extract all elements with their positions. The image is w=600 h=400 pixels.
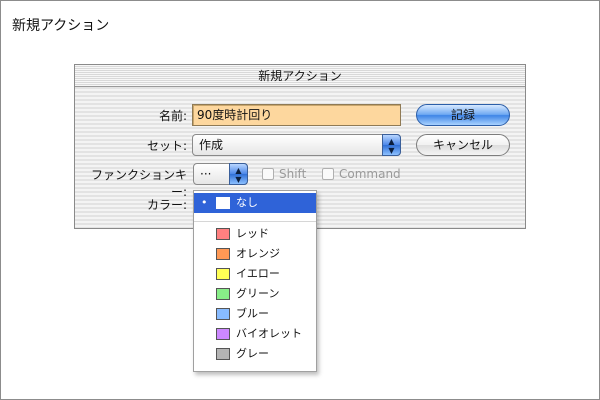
color-swatch (216, 348, 230, 360)
color-menu-item-label: バイオレット (236, 327, 302, 340)
page-title: 新規アクション (12, 18, 110, 34)
command-checkbox-label: Command (339, 167, 401, 181)
color-menu-item-label: グリーン (236, 287, 280, 300)
color-menu-item-label: グレー (236, 347, 269, 360)
function-key-label: ファンクションキー: (90, 168, 187, 199)
color-swatch (216, 288, 230, 300)
set-popup[interactable]: 作成 ▲ ▼ (192, 134, 401, 156)
checkbox-icon (262, 168, 274, 180)
color-menu-item-label: オレンジ (236, 247, 280, 260)
color-menu-item-red[interactable]: レッド (194, 224, 316, 244)
set-popup-value: 作成 (199, 138, 224, 152)
name-input[interactable]: 90度時計回り (192, 104, 401, 126)
color-menu-item-green[interactable]: グリーン (194, 284, 316, 304)
popup-arrows-icon: ▲ ▼ (229, 163, 248, 185)
color-menu-item-yellow[interactable]: イエロー (194, 264, 316, 284)
color-swatch (216, 197, 230, 209)
color-menu-item-none[interactable]: • なし (194, 193, 316, 213)
popup-arrows-icon: ▲ ▼ (382, 134, 401, 156)
color-menu-item-label: ブルー (236, 307, 269, 320)
set-label: セット: (146, 139, 187, 153)
color-menu-item-label: レッド (236, 227, 269, 240)
cancel-button[interactable]: キャンセル (416, 134, 510, 156)
shift-checkbox[interactable]: Shift (262, 167, 306, 181)
command-checkbox[interactable]: Command (322, 167, 401, 181)
color-menu: • なし レッド オレンジ イエロー グリーン ブルー バイオレット グレー (193, 190, 317, 372)
function-key-popup[interactable]: ··· ▲ ▼ (193, 163, 248, 185)
color-menu-item-violet[interactable]: バイオレット (194, 324, 316, 344)
color-menu-item-gray[interactable]: グレー (194, 344, 316, 364)
color-swatch (216, 308, 230, 320)
color-menu-item-label: イエロー (236, 267, 280, 280)
color-swatch (216, 268, 230, 280)
dialog-title: 新規アクション (75, 65, 525, 87)
selected-bullet-icon: • (201, 196, 208, 209)
color-menu-item-blue[interactable]: ブルー (194, 304, 316, 324)
color-menu-item-label: なし (236, 196, 258, 209)
function-key-popup-value: ··· (200, 167, 212, 181)
name-label: 名前: (158, 109, 187, 123)
shift-checkbox-label: Shift (279, 167, 307, 181)
record-button[interactable]: 記録 (416, 104, 510, 126)
color-swatch (216, 328, 230, 340)
color-swatch (216, 228, 230, 240)
menu-separator (194, 221, 316, 222)
color-label: カラー: (146, 198, 187, 212)
checkbox-icon (322, 168, 334, 180)
color-swatch (216, 248, 230, 260)
color-menu-item-orange[interactable]: オレンジ (194, 244, 316, 264)
